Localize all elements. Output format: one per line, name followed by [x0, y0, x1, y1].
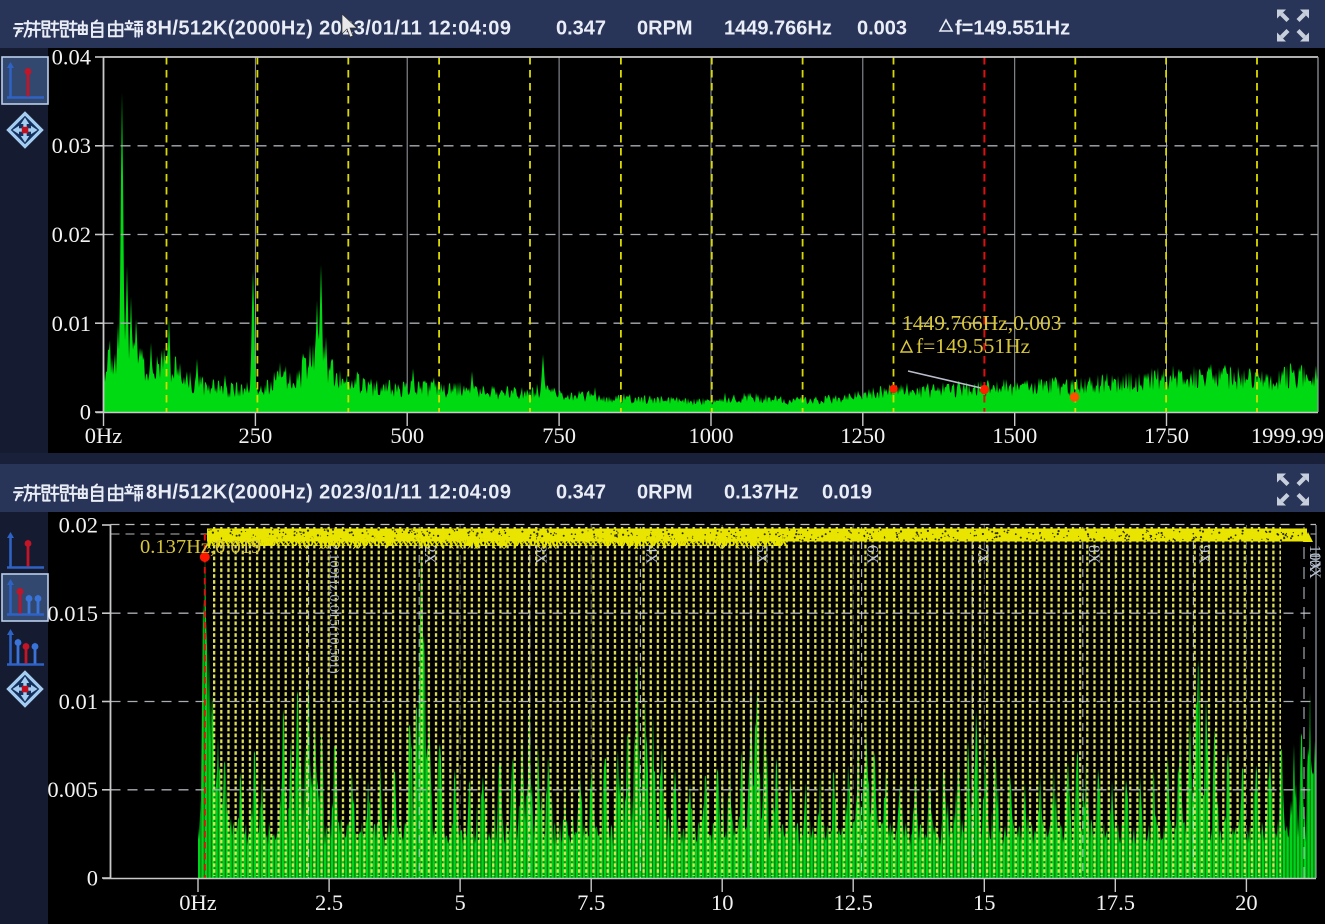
- svg-text:0.01: 0.01: [59, 689, 98, 714]
- svg-text:)(XX)XXXXX0XXX8880008XXXX8X(X(: )(XX)XXXXX0XXX8880008XXXX8X(X(X0XX()X()X…: [206, 534, 788, 549]
- svg-text:0.005: 0.005: [47, 777, 98, 802]
- svg-text:12.5: 12.5: [834, 890, 873, 915]
- svg-text:1449.766Hz,0.003: 1449.766Hz,0.003: [902, 311, 1061, 335]
- svg-text:1999.99: 1999.99: [1251, 423, 1324, 448]
- svg-text:0.003: 0.003: [857, 18, 907, 40]
- svg-text:0RPM: 0RPM: [637, 18, 693, 40]
- svg-text:1449.766Hz: 1449.766Hz: [724, 18, 832, 40]
- svg-text:2.109Hz,0.015(10.501): 2.109Hz,0.015(10.501): [326, 543, 341, 674]
- svg-text:0.02: 0.02: [59, 513, 98, 538]
- svg-text:8H/512K(2000Hz) 2023/01/11 12:: 8H/512K(2000Hz) 2023/01/11 12:04:09: [146, 18, 511, 40]
- svg-text:0.137Hz: 0.137Hz: [724, 482, 799, 504]
- svg-text:0.03: 0.03: [52, 133, 91, 158]
- svg-text:1500: 1500: [992, 423, 1037, 448]
- svg-text:20: 20: [1235, 890, 1258, 915]
- svg-text:7.5: 7.5: [577, 890, 605, 915]
- svg-text:15: 15: [973, 890, 996, 915]
- svg-text:0Hz: 0Hz: [85, 423, 123, 448]
- svg-text:17.5: 17.5: [1096, 890, 1135, 915]
- svg-text:250: 250: [239, 423, 273, 448]
- svg-text:1750: 1750: [1144, 423, 1189, 448]
- svg-text:10: 10: [711, 890, 734, 915]
- svg-text:1000: 1000: [689, 423, 734, 448]
- svg-text:8X: 8X: [1085, 545, 1102, 564]
- svg-text:0.347: 0.347: [556, 18, 606, 40]
- svg-text:9X: 9X: [1195, 545, 1212, 564]
- svg-text:6X: 6X: [864, 545, 881, 564]
- svg-text:0: 0: [87, 866, 98, 891]
- svg-text:0.04: 0.04: [52, 45, 91, 70]
- svg-text:500: 500: [390, 423, 424, 448]
- svg-text:0.02: 0.02: [52, 222, 91, 247]
- svg-text:1250: 1250: [840, 423, 885, 448]
- svg-text:0.015: 0.015: [47, 601, 98, 626]
- svg-text:0.347: 0.347: [556, 482, 606, 504]
- svg-text:5: 5: [454, 890, 465, 915]
- svg-text:0RPM: 0RPM: [637, 482, 693, 504]
- svg-text:0Hz: 0Hz: [179, 890, 217, 915]
- svg-text:0: 0: [80, 400, 91, 425]
- svg-text:f=149.551Hz: f=149.551Hz: [916, 334, 1030, 358]
- svg-text:0.01: 0.01: [52, 311, 91, 336]
- svg-text:7X: 7X: [974, 545, 991, 564]
- svg-text:8H/512K(2000Hz) 2023/01/11 12:: 8H/512K(2000Hz) 2023/01/11 12:04:09: [146, 482, 511, 504]
- svg-text:2.5: 2.5: [315, 890, 343, 915]
- svg-text:f=149.551Hz: f=149.551Hz: [955, 18, 1070, 40]
- svg-text:10X: 10X: [1306, 552, 1323, 579]
- svg-text:0.137Hz,0.019: 0.137Hz,0.019: [140, 536, 261, 558]
- svg-text:0.019: 0.019: [822, 482, 872, 504]
- svg-text:750: 750: [542, 423, 576, 448]
